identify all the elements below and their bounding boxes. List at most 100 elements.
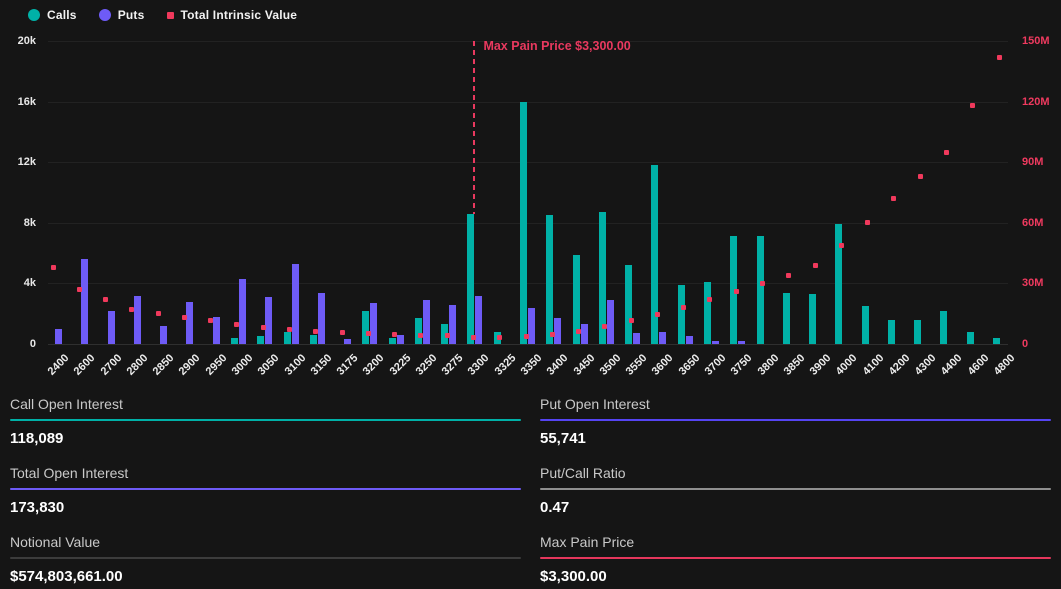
put-bar[interactable] [133, 295, 141, 344]
put-bar[interactable] [711, 340, 719, 344]
intrinsic-value-dot[interactable] [260, 325, 266, 331]
intrinsic-value-dot[interactable] [865, 220, 871, 226]
put-bar[interactable] [528, 307, 535, 344]
call-bar[interactable] [809, 294, 817, 344]
call-bar[interactable] [309, 334, 317, 344]
legend-item-calls[interactable]: Calls [28, 8, 77, 22]
left-axis-tick-label: 20k [17, 35, 36, 47]
intrinsic-value-dot[interactable] [654, 312, 660, 318]
intrinsic-value-dot[interactable] [444, 333, 450, 339]
call-bar[interactable] [966, 331, 974, 344]
put-bar[interactable] [107, 310, 115, 344]
call-bar[interactable] [388, 337, 396, 344]
intrinsic-value-dot[interactable] [234, 322, 240, 328]
put-bar[interactable] [475, 295, 483, 344]
stat-label: Notional Value [10, 534, 101, 550]
intrinsic-value-dot[interactable] [786, 272, 792, 278]
intrinsic-value-dot[interactable] [339, 330, 345, 336]
put-bar[interactable] [580, 324, 588, 344]
put-bar[interactable] [160, 325, 168, 344]
intrinsic-value-dot[interactable] [313, 329, 319, 335]
call-bar[interactable] [230, 337, 238, 344]
put-bar[interactable] [291, 263, 299, 344]
intrinsic-value-dot[interactable] [418, 332, 424, 338]
intrinsic-value-dot[interactable] [681, 305, 687, 311]
intrinsic-value-dot[interactable] [602, 324, 608, 330]
intrinsic-value-dot[interactable] [208, 318, 214, 324]
stat-value: 55,741 [540, 430, 586, 447]
call-bar[interactable] [625, 265, 633, 344]
call-bar[interactable] [940, 310, 948, 344]
call-bar[interactable] [677, 284, 685, 344]
put-bar[interactable] [212, 316, 220, 344]
call-bar[interactable] [914, 319, 922, 344]
intrinsic-value-dot[interactable] [523, 334, 529, 340]
put-bar[interactable] [81, 259, 89, 344]
call-bar[interactable] [651, 165, 659, 344]
left-axis-tick-label: 12k [17, 156, 36, 169]
intrinsic-value-dot[interactable] [943, 149, 949, 155]
put-bar[interactable] [370, 303, 378, 344]
intrinsic-value-dot[interactable] [838, 242, 844, 248]
call-bar[interactable] [861, 306, 869, 344]
call-bar[interactable] [362, 310, 370, 344]
intrinsic-value-dot[interactable] [707, 297, 713, 303]
call-bar[interactable] [520, 101, 527, 344]
intrinsic-value-dot[interactable] [996, 54, 1002, 60]
intrinsic-value-dot[interactable] [76, 286, 82, 292]
intrinsic-value-dot[interactable] [129, 307, 135, 313]
stat-underline [10, 488, 521, 490]
intrinsic-value-dot[interactable] [50, 264, 56, 270]
intrinsic-value-dot[interactable] [103, 297, 109, 303]
intrinsic-value-dot[interactable] [628, 318, 634, 324]
put-bar[interactable] [55, 328, 62, 344]
call-bar[interactable] [993, 337, 1000, 344]
right-axis-tick-label: 60M [1022, 216, 1044, 229]
call-bar[interactable] [546, 215, 554, 344]
intrinsic-value-dot[interactable] [576, 329, 582, 335]
call-bar[interactable] [257, 336, 265, 344]
intrinsic-value-dot[interactable] [733, 288, 739, 294]
stat-label: Total Open Interest [10, 465, 129, 481]
intrinsic-value-dot[interactable] [891, 196, 897, 202]
put-bar[interactable] [685, 336, 693, 344]
call-bar[interactable] [887, 319, 895, 344]
put-bar[interactable] [554, 318, 562, 344]
call-bar[interactable] [756, 236, 764, 344]
legend-item-total-intrinsic-value[interactable]: Total Intrinsic Value [166, 8, 298, 22]
intrinsic-value-dot[interactable] [497, 335, 503, 341]
intrinsic-value-dot[interactable] [917, 173, 923, 179]
put-bar[interactable] [449, 304, 457, 344]
call-bar[interactable] [782, 292, 790, 344]
call-bar[interactable] [414, 318, 422, 344]
put-bar[interactable] [633, 333, 641, 344]
intrinsic-value-dot[interactable] [970, 103, 976, 109]
call-bar[interactable] [703, 281, 711, 344]
intrinsic-value-dot[interactable] [287, 327, 292, 333]
put-bar[interactable] [186, 301, 194, 344]
intrinsic-value-dot[interactable] [812, 262, 818, 268]
call-bar[interactable] [467, 213, 475, 344]
legend-item-puts[interactable]: Puts [98, 8, 145, 22]
intrinsic-value-dot[interactable] [181, 315, 187, 321]
intrinsic-value-dot[interactable] [760, 280, 765, 286]
intrinsic-value-dot[interactable] [392, 331, 398, 337]
intrinsic-value-dot[interactable] [549, 332, 555, 338]
intrinsic-value-dot[interactable] [365, 330, 371, 336]
right-axis-tick-label: 120M [1022, 95, 1050, 108]
intrinsic-value-dot[interactable] [470, 335, 476, 341]
left-axis-tick-label: 0 [29, 338, 36, 350]
put-bar[interactable] [238, 278, 246, 344]
gridline [48, 222, 1008, 224]
put-bar[interactable] [606, 300, 614, 344]
stat-label: Call Open Interest [10, 396, 123, 412]
put-bar[interactable] [396, 334, 404, 344]
intrinsic-value-dot[interactable] [155, 311, 161, 317]
put-bar[interactable] [265, 297, 273, 344]
put-bar[interactable] [317, 292, 325, 344]
put-bar[interactable] [422, 300, 430, 344]
put-bar[interactable] [659, 331, 667, 344]
call-bar[interactable] [283, 331, 291, 344]
put-bar[interactable] [344, 339, 352, 344]
put-bar[interactable] [738, 340, 746, 344]
